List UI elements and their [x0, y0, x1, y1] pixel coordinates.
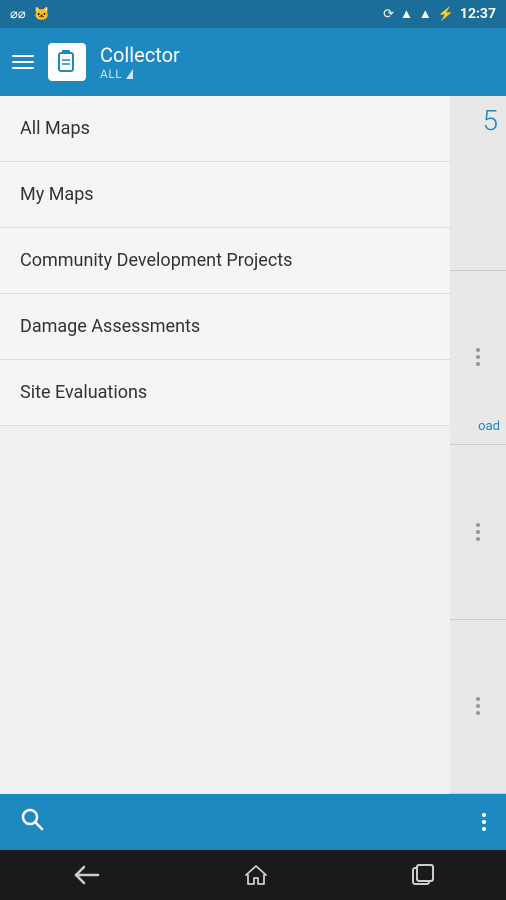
- more-dot-3: [482, 827, 486, 831]
- drawer-item-all-maps-label: All Maps: [20, 118, 90, 139]
- peek-dot: [476, 348, 480, 352]
- peek-dots-3: [476, 697, 480, 715]
- android-nav-bar: [0, 850, 506, 900]
- status-bar: ⌀⌀ 🐱 ⟳ ▲ ▲ ⚡ 12:37: [0, 0, 506, 28]
- more-dot-2: [482, 820, 486, 824]
- wifi-icon: ▲: [400, 6, 413, 22]
- status-time: 12:37: [460, 6, 496, 22]
- status-bar-left: ⌀⌀ 🐱: [10, 7, 50, 22]
- app-logo: [48, 43, 86, 81]
- peek-dot: [476, 523, 480, 527]
- drawer-item-community-dev[interactable]: Community Development Projects: [0, 228, 450, 294]
- content-peek: 5 oad: [450, 96, 506, 794]
- nav-recents-button[interactable]: [412, 864, 434, 886]
- peek-item-4: [450, 620, 506, 795]
- peek-item-2: oad: [450, 271, 506, 446]
- drawer-item-site-evaluations[interactable]: Site Evaluations: [0, 360, 450, 426]
- battery-icon: ⚡: [438, 7, 454, 22]
- peek-dots-2: [476, 523, 480, 541]
- nav-home-button[interactable]: [244, 863, 268, 887]
- drawer-item-site-evaluations-label: Site Evaluations: [20, 382, 147, 403]
- peek-dot: [476, 362, 480, 366]
- peek-download-label: oad: [478, 419, 500, 434]
- peek-dots-1: [476, 348, 480, 366]
- peek-item-3: [450, 445, 506, 620]
- peek-dot: [476, 537, 480, 541]
- app-header: Collector ALL: [0, 28, 506, 96]
- more-options-button[interactable]: [482, 813, 486, 831]
- app-title: Collector: [100, 43, 180, 67]
- screen-rotate-icon: ⟳: [383, 7, 394, 22]
- peek-dot: [476, 711, 480, 715]
- peek-item-1: 5: [450, 96, 506, 271]
- drawer-item-damage-assessments-label: Damage Assessments: [20, 316, 200, 337]
- drawer-item-all-maps[interactable]: All Maps: [0, 96, 450, 162]
- cat-icon: 🐱: [34, 7, 50, 22]
- drawer-item-community-dev-label: Community Development Projects: [20, 250, 292, 271]
- main-layout: 5 oad All Maps: [0, 96, 506, 794]
- peek-dot: [476, 530, 480, 534]
- peek-dot: [476, 704, 480, 708]
- app-subtitle-row: ALL: [100, 67, 180, 81]
- drawer-item-damage-assessments[interactable]: Damage Assessments: [0, 294, 450, 360]
- peek-dot: [476, 355, 480, 359]
- bottom-toolbar: [0, 794, 506, 850]
- drawer-item-my-maps-label: My Maps: [20, 184, 94, 205]
- more-dot-1: [482, 813, 486, 817]
- drawer-item-my-maps[interactable]: My Maps: [0, 162, 450, 228]
- nav-back-button[interactable]: [72, 865, 100, 885]
- subtitle-signal-icon: [126, 69, 133, 79]
- peek-count: 5: [482, 104, 498, 137]
- status-bar-right: ⟳ ▲ ▲ ⚡ 12:37: [383, 6, 496, 22]
- search-button[interactable]: [20, 807, 44, 837]
- app-title-block: Collector ALL: [100, 43, 180, 81]
- app-subtitle: ALL: [100, 67, 122, 81]
- navigation-drawer: All Maps My Maps Community Development P…: [0, 96, 450, 794]
- voicemail-icon: ⌀⌀: [10, 7, 26, 22]
- signal-icon: ▲: [419, 6, 432, 22]
- peek-dot: [476, 697, 480, 701]
- hamburger-icon[interactable]: [12, 55, 34, 69]
